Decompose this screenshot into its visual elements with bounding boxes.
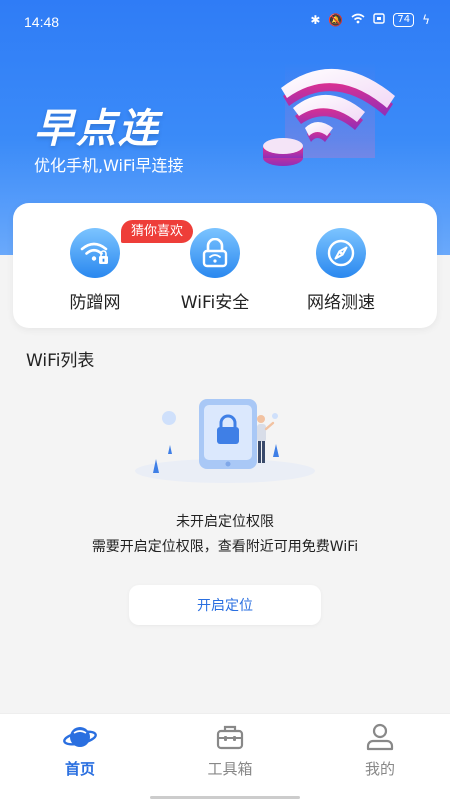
person-icon [320,722,440,752]
compass-icon [316,228,366,278]
status-icons: ✱ 🔕 74 ϟ [310,13,430,27]
nav-tab-toolbox[interactable]: 工具箱 [170,722,290,779]
nav-tab-mine[interactable]: 我的 [320,722,440,779]
quick-action-label: 网络测速 [307,293,375,313]
nav-label: 我的 [364,760,395,778]
wifi-illustration-icon [263,63,395,166]
toolbox-icon [170,722,290,752]
mute-icon: 🔕 [328,13,344,27]
permission-description: 需要开启定位权限，查看附近可用免费WiFi [91,539,359,555]
planet-icon [20,722,140,752]
home-indicator[interactable] [150,796,300,799]
wifi-lock-icon [70,228,120,278]
bottom-navigation: 首页 工具箱 我的 [0,713,450,800]
nav-tab-home[interactable]: 首页 [20,722,140,779]
status-time: 14:48 [24,14,60,30]
quick-action-label: WiFi安全 [180,293,250,313]
quick-actions-card: 防蹭网 猜你喜欢 WiFi安全 网络测速 [13,203,437,328]
wifi-icon [351,13,365,27]
nav-label: 工具箱 [207,760,253,778]
quick-action-label: 防蹭网 [69,293,121,313]
nav-label: 首页 [64,760,95,778]
app-subtitle: 优化手机,WiFi早连接 [34,156,184,175]
enable-location-button[interactable]: 开启定位 [129,585,321,625]
quick-action-speed-test[interactable]: 网络测速 [281,228,401,313]
status-bar: 14:48 ✱ 🔕 74 ϟ [0,0,450,44]
quick-action-wifi-security[interactable]: WiFi安全 [155,228,275,313]
wifi-list-title: WiFi列表 [26,351,95,371]
bluetooth-icon: ✱ [310,13,321,27]
padlock-icon [190,228,240,278]
location-permission-illustration-icon [135,399,315,483]
screen-icon [373,13,386,27]
app-title: 早点连 [34,106,160,152]
battery-icon: 74 [393,13,415,27]
charging-icon: ϟ [422,13,430,27]
permission-title: 未开启定位权限 [176,514,274,530]
